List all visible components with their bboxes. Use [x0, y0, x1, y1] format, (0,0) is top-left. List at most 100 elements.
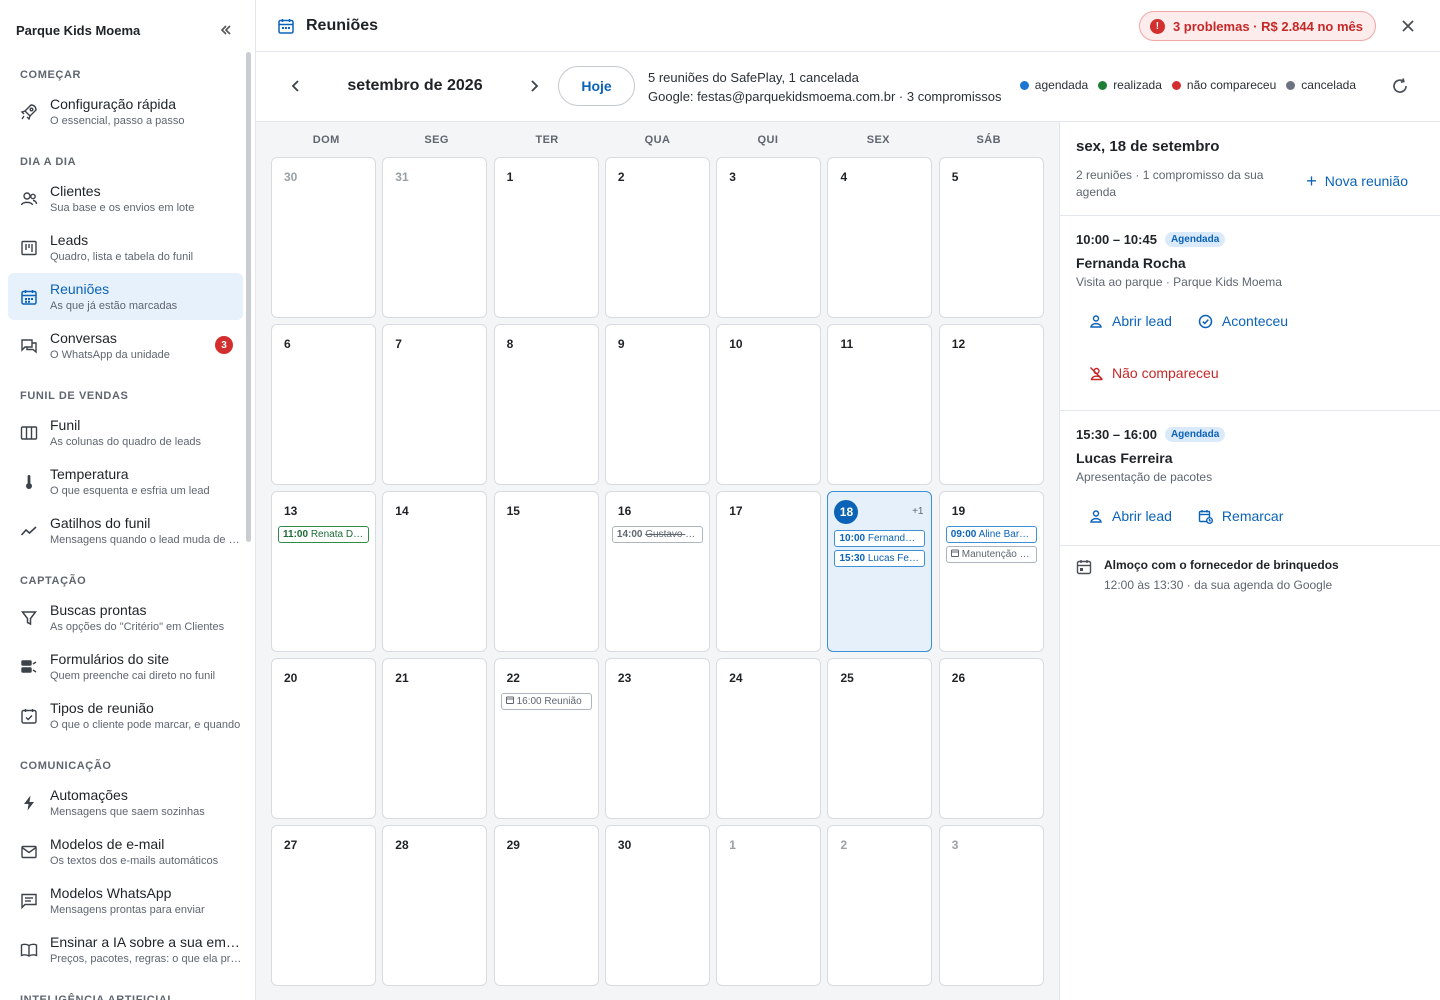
sidebar-item-subtitle: Quadro, lista e tabela do funil — [50, 251, 194, 263]
meeting-action-check-circle[interactable]: Aconteceu — [1198, 303, 1288, 339]
calendar-day[interactable]: 12 — [938, 324, 1044, 485]
meeting-action-user-off[interactable]: Não compareceu — [1088, 355, 1219, 391]
problems-badge[interactable]: ! 3 problemas · R$ 2.844 no mês — [1138, 11, 1376, 41]
refresh-icon[interactable] — [1390, 76, 1410, 96]
day-number: 8 — [506, 337, 514, 351]
month-calendar: DOM SEG TER QUA QUI SEX SÁB 30 31 1 2 3 4 5 6 7 8 9 10 11 1… — [256, 122, 1060, 1000]
calendar-event[interactable]: 15:30 Lucas Ferreira — [834, 550, 926, 567]
calendar-day[interactable]: 27 — [271, 825, 376, 986]
meeting-actions: Abrir lead Remarcar — [1076, 498, 1424, 550]
calendar-event[interactable]: 09:00 Aline Barbosa — [945, 526, 1037, 543]
sidebar-item-gatilhos[interactable]: Gatilhos do funil Mensagens quando o lead… — [8, 507, 243, 554]
google-event[interactable]: Almoço com o fornecedor de brinquedos 12… — [1060, 546, 1440, 604]
calendar-day[interactable]: 3 — [938, 825, 1044, 986]
sidebar-item-configuracao[interactable]: Configuração rápida O essencial, passo a … — [8, 88, 243, 135]
sidebar-item-text: Formulários do site Quem preenche cai dir… — [50, 651, 243, 682]
weekday-label: SEX — [866, 134, 890, 146]
calendar-day[interactable]: 13 11:00 Renata Dias — [271, 491, 376, 652]
sidebar-item-automacoes[interactable]: Automações Mensagens que saem sozinhas — [8, 779, 243, 826]
sidebar-item-whatsapp[interactable]: Modelos WhatsApp Mensagens prontas para e… — [8, 877, 243, 924]
more-events-count[interactable]: +1 — [912, 506, 923, 517]
sidebar-item-text: Reuniões As que já estão marcadas — [50, 281, 243, 312]
calendar-day[interactable]: 14 — [382, 491, 488, 652]
legend-label: agendada — [1034, 78, 1089, 92]
new-meeting-button[interactable]: + Nova reunião — [1306, 172, 1408, 190]
calendar-day[interactable]: 30 — [604, 825, 710, 986]
legend-item: realizada — [1098, 78, 1162, 92]
sidebar-item-leads[interactable]: Leads Quadro, lista e tabela do funil — [8, 224, 243, 271]
calendar-day[interactable]: 22 16:00 Reunião — [493, 658, 599, 819]
calendar-day[interactable]: 15 — [493, 491, 599, 652]
sidebar-item-formularios[interactable]: Formulários do site Quem preenche cai dir… — [8, 643, 243, 690]
day-number: 23 — [617, 671, 632, 685]
calendar-day[interactable]: 2 — [604, 157, 710, 318]
collapse-sidebar-icon[interactable] — [217, 21, 235, 39]
calendar-day[interactable]: 2 — [827, 825, 933, 986]
thermometer-icon — [18, 471, 40, 493]
day-detail-panel: sex, 18 de setembro 2 reuniões · 1 compr… — [1060, 122, 1440, 1000]
meeting-action-reschedule[interactable]: Remarcar — [1198, 498, 1283, 534]
close-icon[interactable] — [1398, 16, 1418, 36]
sidebar-item-label: Buscas prontas — [50, 602, 147, 618]
calendar-day[interactable]: 23 — [604, 658, 710, 819]
calendar-week: 13 11:00 Renata Dias 14 15 16 14:00 Gustavo N… — [271, 491, 1044, 652]
calendar-day[interactable]: 1 — [716, 825, 822, 986]
day-number: 21 — [395, 671, 409, 685]
calendar-day[interactable]: 9 — [604, 324, 710, 485]
calendar-day[interactable]: 26 — [938, 658, 1044, 819]
legend-label: cancelada — [1301, 78, 1356, 92]
calendar-day[interactable]: 17 — [716, 491, 822, 652]
sidebar-item-text: Clientes Sua base e os envios em lote — [50, 183, 243, 214]
calendar-day[interactable]: 30 — [271, 157, 376, 318]
calendar-event[interactable]: 11:00 Renata Dias — [278, 526, 369, 543]
meeting-card: 15:30 – 16:00 Agendada Lucas Ferreira Apres… — [1060, 411, 1440, 546]
sidebar-scrollbar[interactable] — [246, 52, 251, 542]
sidebar-item-subtitle: Sua base e os envios em lote — [50, 202, 195, 214]
meeting-action-user[interactable]: Abrir lead — [1088, 498, 1172, 534]
calendar-day[interactable]: 25 — [827, 658, 933, 819]
calendar-day[interactable]: 24 — [716, 658, 822, 819]
sidebar-item-clientes[interactable]: Clientes Sua base e os envios em lote — [8, 175, 243, 222]
calendar-day[interactable]: 4 — [827, 157, 933, 318]
sidebar-item-ia[interactable]: Ensinar a IA sobre a sua empresa Preços, … — [8, 926, 243, 973]
calendar-day[interactable]: 21 — [382, 658, 488, 819]
chevron-right-icon[interactable] — [524, 76, 544, 96]
day-number: 7 — [395, 337, 402, 351]
weekday-label: SEG — [424, 134, 449, 146]
sidebar-item-label: Configuração rápida — [50, 96, 177, 112]
calendar-day[interactable]: 3 — [716, 157, 822, 318]
today-button[interactable]: Hoje — [558, 66, 635, 106]
calendar-day[interactable]: 8 — [493, 324, 599, 485]
calendar-event[interactable]: 10:00 Fernanda Rocha — [834, 530, 926, 547]
sidebar-item-email[interactable]: Modelos de e-mail Os textos dos e-mails a… — [8, 828, 243, 875]
sidebar-item-funil[interactable]: Funil As colunas do quadro de leads — [8, 409, 243, 456]
day-number: 18 — [834, 500, 859, 524]
calendar-event[interactable]: Manutenção dos brinquedos — [945, 546, 1037, 563]
sidebar-item-tipos[interactable]: Tipos de reunião O que o cliente pode mar… — [8, 692, 243, 739]
calendar-day[interactable]: 28 — [382, 825, 488, 986]
calendar-day[interactable]: 1 — [493, 157, 599, 318]
sidebar-item-temperatura[interactable]: Temperatura O que esquenta e esfria um le… — [8, 458, 243, 505]
calendar-day[interactable]: 19 09:00 Aline Barbosa Manutenção dos brin… — [938, 491, 1044, 652]
meeting-action-user[interactable]: Abrir lead — [1088, 303, 1172, 339]
calendar-day[interactable]: 20 — [271, 658, 376, 819]
sidebar-item-reunioes[interactable]: Reuniões As que já estão marcadas — [8, 273, 243, 320]
calendar-day[interactable]: 16 14:00 Gustavo Nunes — [604, 491, 710, 652]
calendar-event[interactable]: 14:00 Gustavo Nunes — [611, 526, 703, 543]
calendar-day[interactable]: 31 — [382, 157, 488, 318]
calendar-day[interactable]: 7 — [382, 324, 488, 485]
calendar-day[interactable]: 11 — [827, 324, 933, 485]
calendar-day[interactable]: 6 — [271, 324, 376, 485]
chevron-left-icon[interactable] — [286, 76, 306, 96]
calendar-icon — [276, 16, 296, 36]
calendar-event[interactable]: 16:00 Reunião — [500, 693, 592, 710]
calendar-day[interactable]: 29 — [493, 825, 599, 986]
sidebar-section-title: COMEÇAR — [20, 69, 82, 81]
calendar-day[interactable]: 5 — [938, 157, 1044, 318]
sidebar-item-text: Gatilhos do funil Mensagens quando o lead… — [50, 515, 243, 546]
sidebar-item-buscas[interactable]: Buscas prontas As opções do "Critério" em… — [8, 594, 243, 641]
sidebar-item-label: Reuniões — [50, 281, 110, 297]
calendar-day[interactable]: 18 +1 10:00 Fernanda Rocha 15:30 Lucas Ferr… — [827, 491, 933, 652]
calendar-day[interactable]: 10 — [716, 324, 822, 485]
sidebar-item-conversas[interactable]: Conversas O WhatsApp da unidade 3 — [8, 322, 243, 369]
